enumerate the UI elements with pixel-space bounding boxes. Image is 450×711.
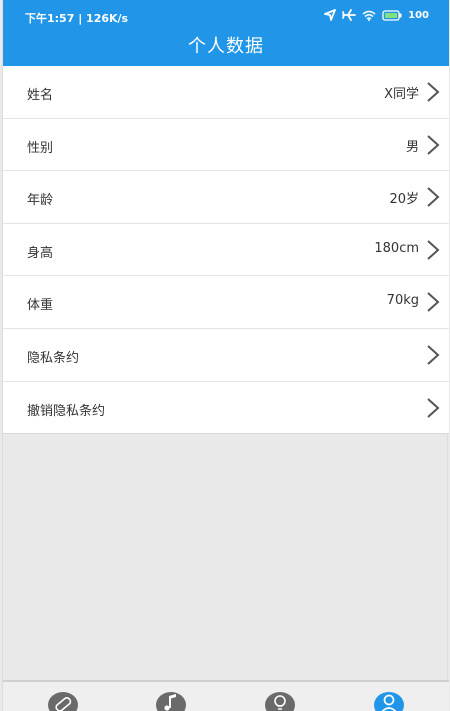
bandage-icon[interactable] bbox=[47, 688, 78, 711]
status-time-speed: 下午1:57 | 126K/s bbox=[25, 12, 129, 25]
profile-list: 姓名 X同学 性别 男 年龄 20岁 身高 180cm 体重 70kg 隐私条约 bbox=[3, 66, 449, 435]
row-value: 70kg bbox=[386, 293, 419, 309]
row-label: 撤销隐私条约 bbox=[27, 403, 106, 419]
chevron-right-icon bbox=[426, 134, 440, 156]
location-arrow-icon bbox=[324, 9, 337, 21]
status-bar: 下午1:57 | 126K/s 100 bbox=[3, 0, 449, 30]
row-label: 隐私条约 bbox=[27, 350, 80, 366]
chevron-right-icon bbox=[426, 239, 440, 261]
chevron-right-icon bbox=[426, 397, 440, 419]
row-label: 年龄 bbox=[27, 193, 54, 209]
row-label: 姓名 bbox=[27, 88, 54, 103]
page-title: 个人数据 bbox=[3, 30, 449, 66]
row-value: 180cm bbox=[374, 240, 419, 256]
row-name[interactable]: 姓名 X同学 bbox=[3, 66, 449, 119]
battery-percent: 100 bbox=[408, 9, 429, 21]
user-icon[interactable] bbox=[373, 688, 404, 711]
row-value: 20岁 bbox=[389, 192, 419, 208]
bottom-tab-bar bbox=[3, 680, 449, 711]
music-note-icon[interactable] bbox=[155, 688, 186, 711]
row-label: 身高 bbox=[27, 245, 54, 261]
chevron-right-icon bbox=[426, 291, 440, 313]
status-icons: 100 bbox=[324, 9, 429, 21]
airplane-icon bbox=[342, 9, 357, 21]
battery-icon bbox=[382, 9, 402, 21]
chevron-right-icon bbox=[426, 81, 440, 103]
chevron-right-icon bbox=[426, 186, 440, 208]
app-frame: 下午1:57 | 126K/s 100 个人数据 姓名 X同学 性别 男 年龄 … bbox=[2, 0, 449, 711]
row-value: 男 bbox=[405, 139, 419, 155]
row-label: 体重 bbox=[27, 298, 54, 314]
wifi-icon bbox=[362, 10, 376, 21]
row-revoke-privacy-policy[interactable]: 撤销隐私条约 bbox=[3, 381, 449, 435]
row-privacy-policy[interactable]: 隐私条约 bbox=[3, 328, 449, 382]
chevron-right-icon bbox=[426, 344, 440, 366]
row-value: X同学 bbox=[384, 87, 419, 102]
row-height[interactable]: 身高 180cm bbox=[3, 223, 449, 277]
row-label: 性别 bbox=[27, 140, 54, 156]
lightbulb-icon[interactable] bbox=[264, 688, 295, 711]
row-weight[interactable]: 体重 70kg bbox=[3, 276, 449, 329]
row-age[interactable]: 年龄 20岁 bbox=[3, 171, 449, 224]
row-gender[interactable]: 性别 男 bbox=[3, 118, 449, 172]
